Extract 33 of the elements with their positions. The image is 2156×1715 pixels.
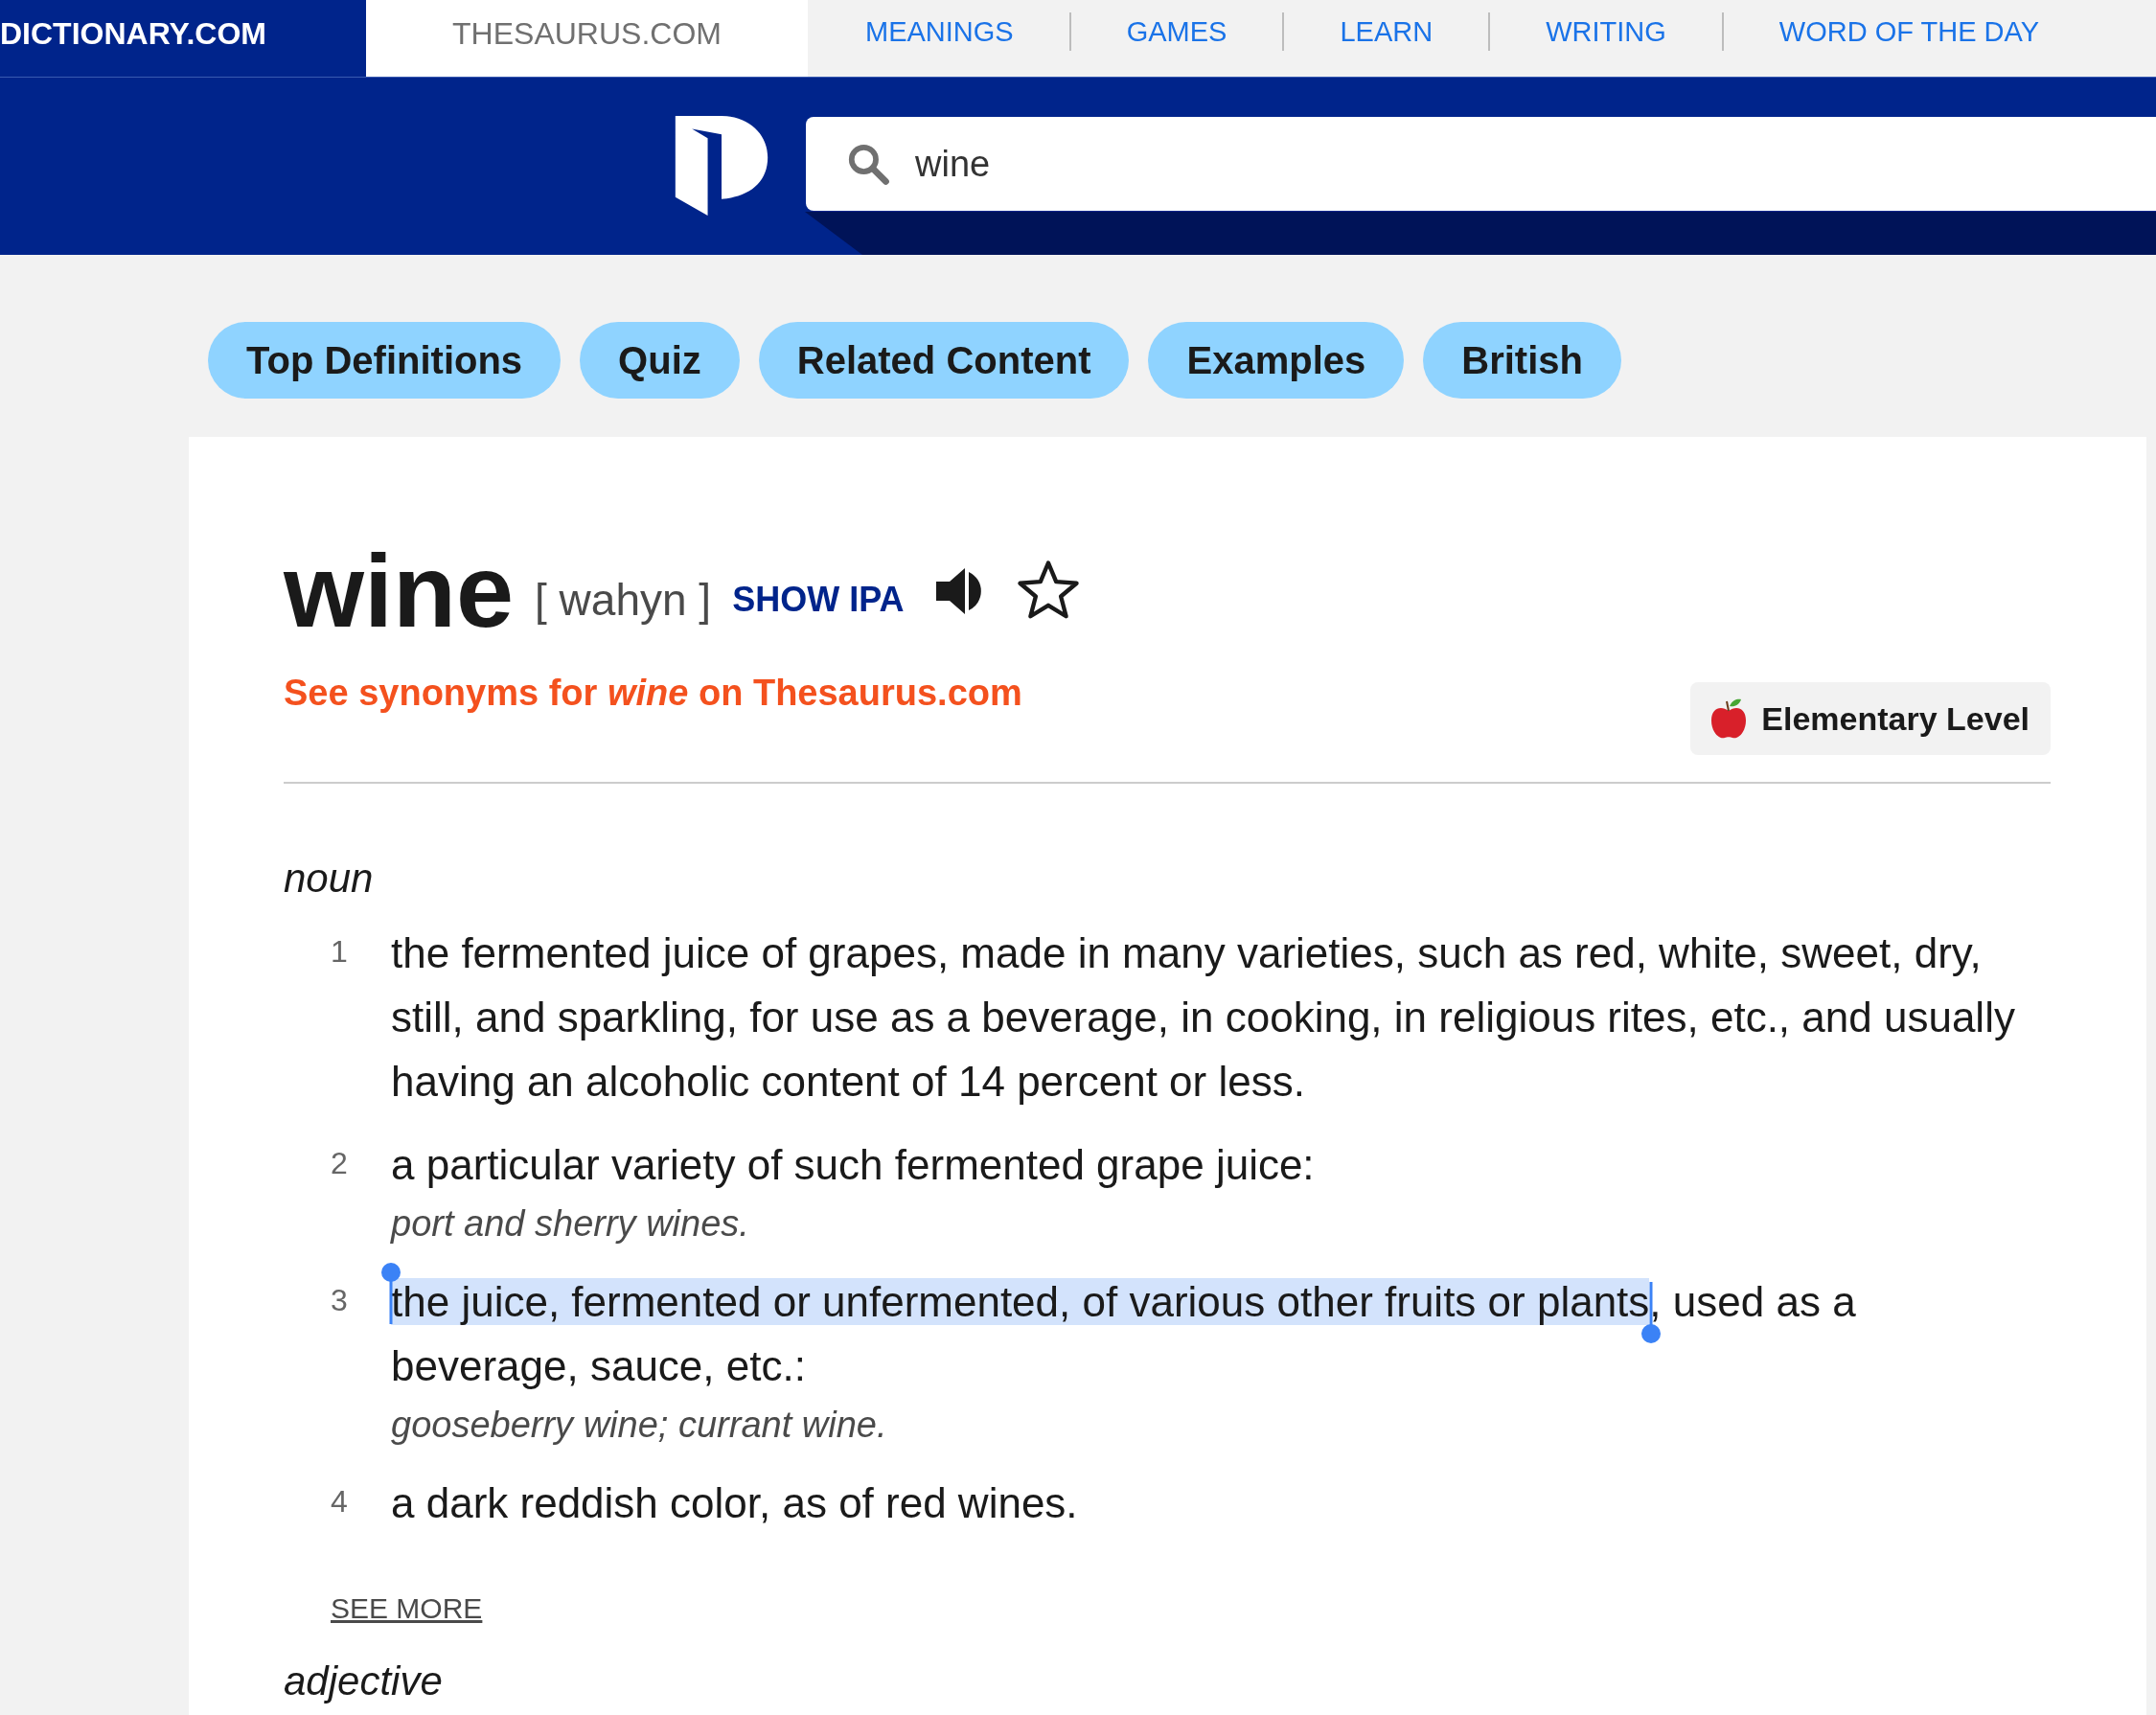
level-label: Elementary Level xyxy=(1761,699,2030,738)
nav-link[interactable]: WORD OF THE DAY xyxy=(1723,15,2095,48)
section-button[interactable]: Quiz xyxy=(580,322,740,399)
see-more-link[interactable]: SEE MORE xyxy=(331,1592,483,1625)
section-button[interactable]: Examples xyxy=(1148,322,1405,399)
show-ipa-link[interactable]: SHOW IPA xyxy=(732,580,905,620)
part-of-speech: noun xyxy=(284,856,375,902)
site-tab[interactable]: THESAURUS.COM xyxy=(366,0,808,77)
example-text: gooseberry wine; currant wine. xyxy=(391,1404,888,1447)
definition-number: 2 xyxy=(330,1145,349,1182)
definition-text: a particular variety of such fermented grape juice: xyxy=(391,1140,1316,1190)
nav-link[interactable]: MEANINGS xyxy=(865,15,1069,48)
section-button[interactable]: British xyxy=(1423,322,1621,399)
example-text: port and sherry wines. xyxy=(391,1202,750,1246)
part-of-speech: adjective xyxy=(284,1659,444,1704)
search-field[interactable]: wine xyxy=(913,142,1492,186)
section-button[interactable]: Top Definitions xyxy=(208,322,562,399)
definition-number: 1 xyxy=(330,933,349,971)
definition-text: the juice, fermented or unfermented, of various other fruits or plants, used as a beverage, sauce, etc.: xyxy=(391,1269,2051,1398)
pronunciation: [ wahyn ] xyxy=(535,574,712,626)
nav-link[interactable]: WRITING xyxy=(1490,15,1722,48)
logo-icon[interactable] xyxy=(674,116,769,217)
definition-number: 3 xyxy=(330,1282,349,1319)
apple-icon xyxy=(1709,697,1749,740)
definition-number: 4 xyxy=(330,1483,349,1521)
nav-link[interactable]: GAMES xyxy=(1070,15,1283,48)
search-icon xyxy=(846,142,890,186)
section-button[interactable]: Related Content xyxy=(758,322,1130,399)
definition-text: the fermented juice of grapes, made in many varieties, such as red, white, sweet, dry, still, and sparkling, for use as a beverage, in cooking, in religious rites, etc., and usually having an alcoholic content of 14 percent or less. xyxy=(391,928,2016,1107)
headword: wine xyxy=(284,539,515,643)
nav-link[interactable]: LEARN xyxy=(1284,15,1489,48)
site-tab[interactable]: DICTIONARY.COM xyxy=(0,0,366,77)
definition-text: a dark reddish color, as of red wines. xyxy=(391,1478,1079,1528)
